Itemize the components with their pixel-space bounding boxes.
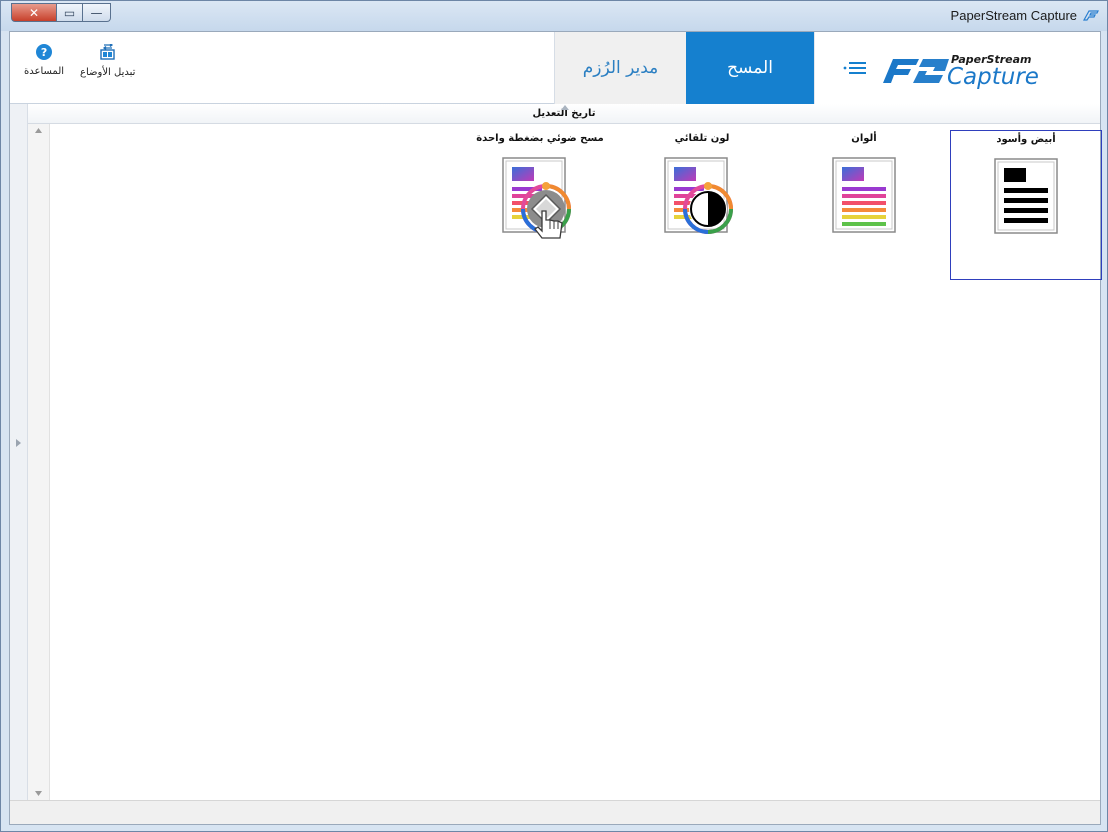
status-bar: [10, 800, 1100, 824]
sort-column-header[interactable]: تاريخ التعديل: [28, 104, 1100, 124]
minimize-button[interactable]: —: [83, 3, 111, 22]
main-client-area: ? المساعدة تبديل الأوضاع مدير الرُزم الم…: [9, 31, 1102, 825]
color-document-icon: [832, 157, 896, 233]
profile-auto-color[interactable]: لون تلقائي: [626, 130, 778, 280]
profile-name: لون تلقائي: [674, 133, 730, 144]
switch-modes-button[interactable]: تبديل الأوضاع: [80, 44, 135, 78]
app-logo-icon: [1083, 10, 1099, 21]
black-white-document-icon: [994, 158, 1058, 234]
profile-name: ألوان: [851, 133, 877, 144]
help-button[interactable]: ? المساعدة: [24, 44, 64, 77]
window-title: PaperStream Capture: [950, 8, 1077, 23]
svg-text:Capture: Capture: [947, 64, 1039, 89]
close-button[interactable]: ✕: [11, 3, 57, 22]
paperstream-capture-logo: PaperStream Capture: [883, 53, 1039, 89]
side-panel-expander[interactable]: [10, 104, 28, 800]
toolbar: ? المساعدة تبديل الأوضاع مدير الرُزم الم…: [10, 32, 1100, 104]
scroll-up-icon[interactable]: [35, 128, 42, 133]
tab-scan[interactable]: المسح: [686, 32, 814, 104]
profile-one-touch-scan[interactable]: مسح ضوئي بضغطة واحدة: [464, 130, 616, 280]
help-icon: ?: [36, 44, 53, 60]
app-window: ✕ ▭ — PaperStream Capture ? المساعدة تبد…: [0, 0, 1108, 832]
switch-modes-label: تبديل الأوضاع: [80, 67, 136, 78]
one-touch-scan-icon: [502, 157, 571, 239]
auto-color-document-icon: [664, 157, 733, 234]
brand-area: PaperStream Capture: [814, 32, 1100, 104]
hamburger-menu-icon[interactable]: [843, 60, 867, 76]
profile-grid: أبيض وأسود ألوان لون تلقائي مسح ضوئي بضغ…: [50, 124, 1102, 800]
scroll-down-icon[interactable]: [35, 791, 42, 796]
profile-color[interactable]: ألوان: [788, 130, 940, 280]
profile-black-white[interactable]: أبيض وأسود: [950, 130, 1102, 280]
tab-batch-manager[interactable]: مدير الرُزم: [554, 32, 686, 104]
expand-arrow-icon: [16, 439, 21, 447]
help-label: المساعدة: [24, 66, 65, 77]
caption-buttons: ✕ ▭ —: [11, 3, 111, 22]
sort-ascending-icon: [561, 105, 569, 110]
profile-name: مسح ضوئي بضغطة واحدة: [476, 133, 604, 144]
title-bar[interactable]: ✕ ▭ — PaperStream Capture: [1, 1, 1107, 31]
profile-name: أبيض وأسود: [996, 134, 1056, 145]
vertical-scrollbar[interactable]: [28, 124, 50, 800]
switch-modes-icon: [100, 44, 115, 60]
maximize-button[interactable]: ▭: [57, 3, 83, 22]
profile-list-area: تاريخ التعديل أبيض وأسود ألوان لون تلقائ…: [28, 104, 1102, 800]
